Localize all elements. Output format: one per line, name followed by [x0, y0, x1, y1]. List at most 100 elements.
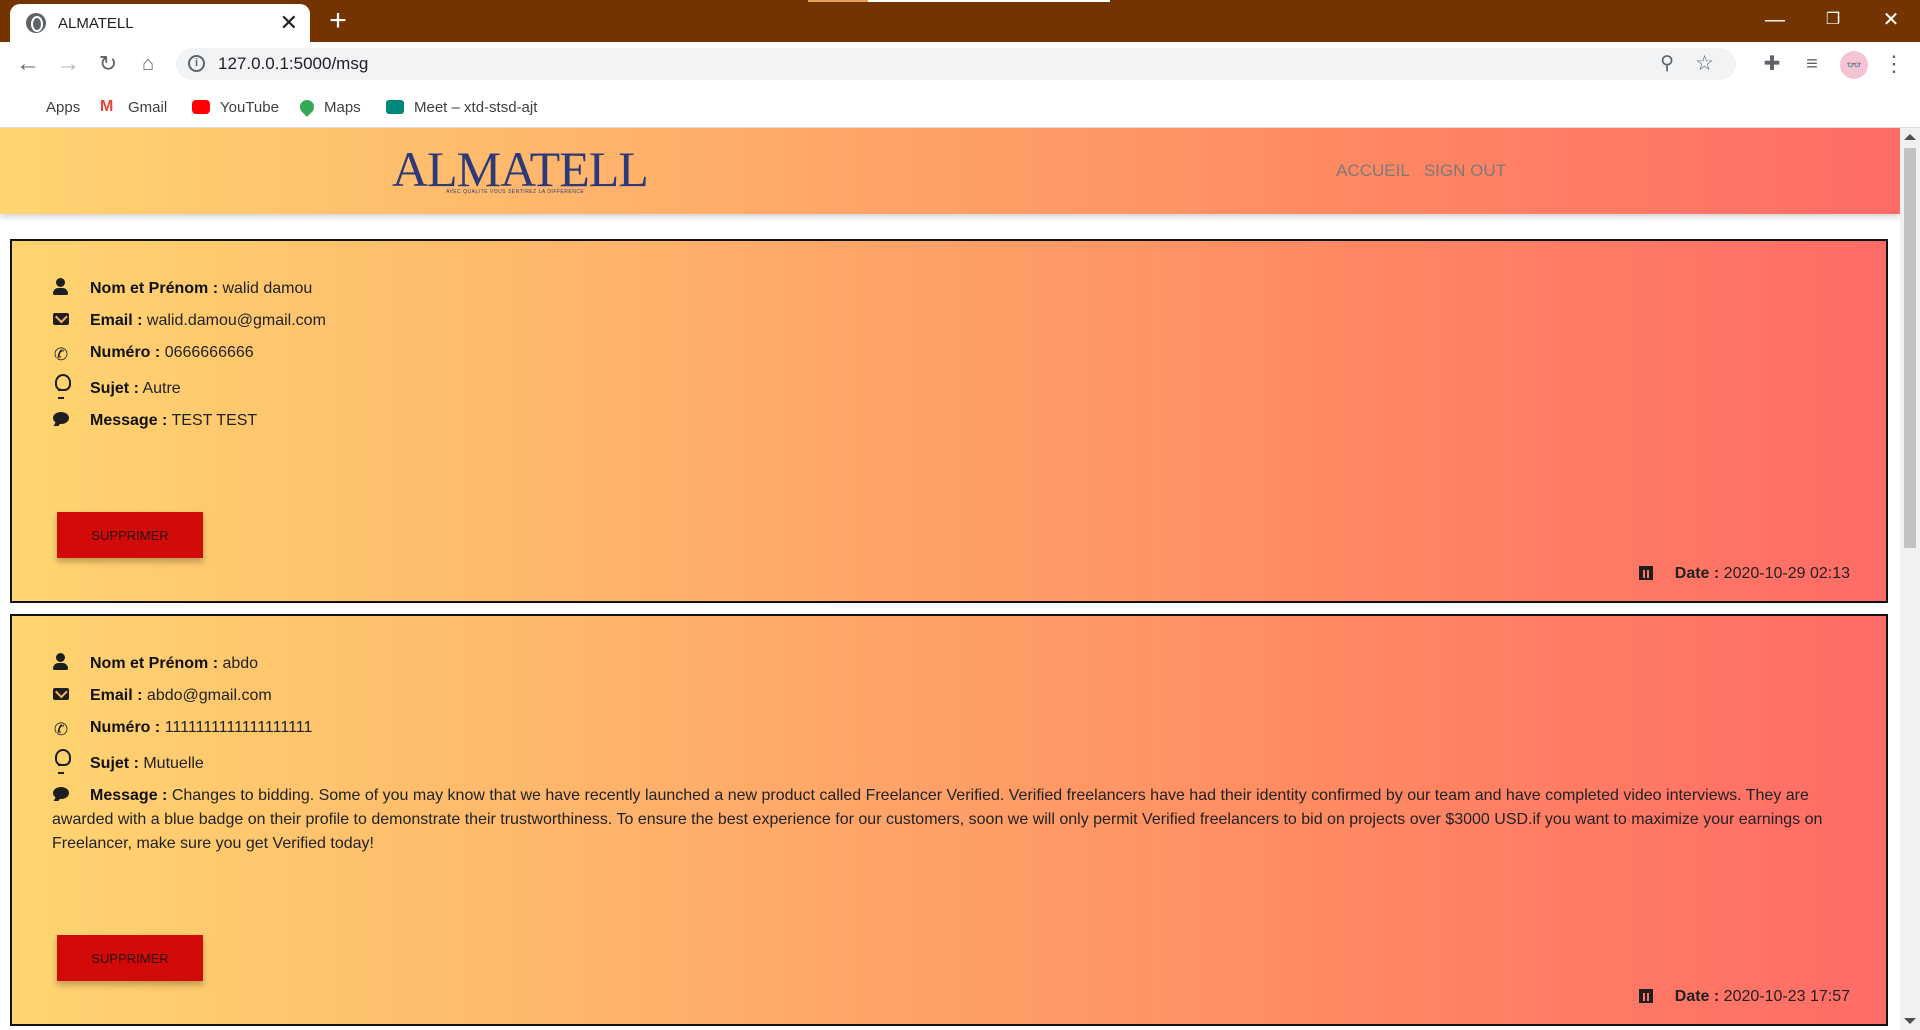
email-row: Email : abdo@gmail.com: [52, 684, 272, 708]
email-value: abdo@gmail.com: [146, 687, 272, 704]
email-label: Email :: [90, 312, 143, 329]
youtube-icon: [192, 100, 210, 114]
scrollbar-thumb[interactable]: [1904, 148, 1916, 548]
main-nav: ACCUEIL SIGN OUT: [1336, 161, 1506, 181]
bookmark-label: Maps: [324, 98, 361, 116]
zoom-icon[interactable]: ⚲: [1660, 52, 1674, 75]
scroll-down-arrow-icon[interactable]: [1904, 1018, 1916, 1024]
bookmarks-bar: Apps M Gmail YouTube Maps Meet – xtd-sts…: [0, 86, 1920, 128]
page-viewport: ALMATELL AVEC QUALITE VOUS SENTIREZ LA D…: [0, 128, 1900, 1030]
calendar-icon: [1638, 989, 1653, 1003]
scroll-up-arrow-icon[interactable]: [1904, 134, 1916, 140]
message-value: Changes to bidding. Some of you may know…: [52, 787, 1823, 852]
tab-close-icon[interactable]: ✕: [280, 12, 298, 34]
message-row: Message : TEST TEST: [52, 409, 257, 433]
site-info-icon[interactable]: i: [188, 55, 205, 72]
bookmark-maps[interactable]: Maps: [297, 95, 361, 119]
email-label: Email :: [90, 687, 143, 704]
message-label: Message :: [90, 787, 168, 804]
date-row: Date : 2020-10-23 17:57: [1638, 988, 1850, 1006]
subject-value: Autre: [142, 380, 181, 397]
bookmark-label: Gmail: [128, 98, 168, 116]
bookmark-label: Apps: [46, 98, 81, 116]
menu-kebab-icon[interactable]: ⋮: [1880, 50, 1908, 78]
profile-avatar[interactable]: 👓: [1840, 51, 1868, 79]
bookmark-meet[interactable]: Meet – xtd-stsd-ajt: [386, 95, 537, 119]
date-value: 2020-10-23 17:57: [1723, 988, 1850, 1005]
phone-icon: ✆: [53, 345, 69, 364]
message-row: Message : Changes to bidding. Some of yo…: [52, 784, 1832, 856]
close-window-button[interactable]: ✕: [1868, 4, 1914, 36]
message-card: Nom et Prénom : abdo Email : abdo@gmail.…: [10, 614, 1888, 1026]
email-value: walid.damou@gmail.com: [146, 312, 326, 329]
phone-value: 0666666666: [164, 344, 254, 361]
nav-accueil-link[interactable]: ACCUEIL: [1336, 161, 1410, 181]
globe-icon: [26, 13, 46, 33]
email-row: Email : walid.damou@gmail.com: [52, 309, 326, 333]
phone-label: Numéro :: [90, 344, 161, 361]
reload-icon[interactable]: ↻: [94, 50, 122, 78]
subject-label: Sujet :: [90, 755, 139, 772]
user-icon: [52, 278, 70, 296]
comment-icon: [52, 785, 70, 803]
nav-signout-link[interactable]: SIGN OUT: [1424, 161, 1506, 181]
bookmark-label: YouTube: [220, 98, 279, 116]
apps-grid-icon: [18, 98, 36, 116]
browser-tab[interactable]: ALMATELL ✕: [10, 4, 310, 42]
home-icon[interactable]: ⌂: [134, 50, 162, 78]
page-scrollbar[interactable]: [1900, 128, 1920, 1030]
bookmark-label: Meet – xtd-stsd-ajt: [414, 98, 538, 116]
user-icon: [52, 653, 70, 671]
almatell-logo[interactable]: ALMATELL AVEC QUALITE VOUS SENTIREZ LA D…: [392, 138, 649, 200]
browser-toolbar: ← → ↻ ⌂ i 127.0.0.1:5000/msg ⚲ ☆ ✚ ≡ 👓 ⋮: [0, 42, 1920, 86]
url-text: 127.0.0.1:5000/msg: [218, 54, 369, 73]
gmail-icon: M: [100, 98, 114, 115]
name-row: Nom et Prénom : walid damou: [52, 277, 312, 301]
lightbulb-icon: [52, 374, 71, 399]
loading-indicator: [808, 0, 1110, 2]
phone-row: ✆ Numéro : 0666666666: [52, 341, 254, 365]
delete-button[interactable]: SUPPRIMER: [57, 512, 203, 558]
phone-label: Numéro :: [90, 719, 161, 736]
date-value: 2020-10-29 02:13: [1723, 565, 1850, 582]
date-row: Date : 2020-10-29 02:13: [1638, 565, 1850, 583]
calendar-icon: [1638, 566, 1653, 580]
date-label: Date :: [1674, 565, 1720, 582]
delete-button[interactable]: SUPPRIMER: [57, 935, 203, 981]
comment-icon: [52, 410, 70, 428]
bookmark-apps[interactable]: Apps: [18, 95, 80, 119]
bookmark-youtube[interactable]: YouTube: [192, 95, 279, 119]
address-bar[interactable]: i 127.0.0.1:5000/msg ⚲ ☆: [176, 48, 1736, 80]
subject-value: Mutuelle: [143, 755, 204, 772]
subject-row: Sujet : Autre: [52, 374, 181, 401]
lightbulb-icon: [52, 749, 71, 774]
name-value: abdo: [222, 655, 259, 672]
subject-label: Sujet :: [90, 380, 139, 397]
subject-row: Sujet : Mutuelle: [52, 749, 204, 776]
tab-title: ALMATELL: [58, 14, 134, 32]
message-value: TEST TEST: [171, 412, 258, 429]
extensions-puzzle-icon[interactable]: ✚: [1758, 50, 1786, 78]
message-card: Nom et Prénom : walid damou Email : wali…: [10, 239, 1888, 603]
envelope-icon: [52, 310, 70, 328]
phone-icon: ✆: [53, 720, 69, 739]
name-row: Nom et Prénom : abdo: [52, 652, 258, 676]
minimize-button[interactable]: —: [1752, 4, 1798, 36]
logo-tagline: AVEC QUALITE VOUS SENTIREZ LA DIFFERENCE: [446, 189, 585, 195]
forward-arrow-icon[interactable]: →: [54, 50, 82, 78]
message-label: Message :: [90, 412, 168, 429]
media-control-icon[interactable]: ≡: [1798, 50, 1826, 78]
date-label: Date :: [1674, 988, 1720, 1005]
logo-wordmark: ALMATELL: [392, 141, 649, 197]
bookmark-gmail[interactable]: M Gmail: [100, 95, 167, 119]
envelope-icon: [52, 685, 70, 703]
phone-row: ✆ Numéro : 1111111111111111111: [52, 716, 313, 740]
back-arrow-icon[interactable]: ←: [14, 50, 42, 78]
restore-button[interactable]: ❐: [1810, 4, 1856, 36]
phone-value: 1111111111111111111: [164, 719, 313, 736]
name-label: Nom et Prénom :: [90, 655, 219, 672]
new-tab-button[interactable]: +: [322, 6, 354, 38]
bookmark-star-icon[interactable]: ☆: [1695, 51, 1714, 76]
maps-pin-icon: [297, 97, 317, 117]
site-header: ALMATELL AVEC QUALITE VOUS SENTIREZ LA D…: [0, 128, 1900, 214]
